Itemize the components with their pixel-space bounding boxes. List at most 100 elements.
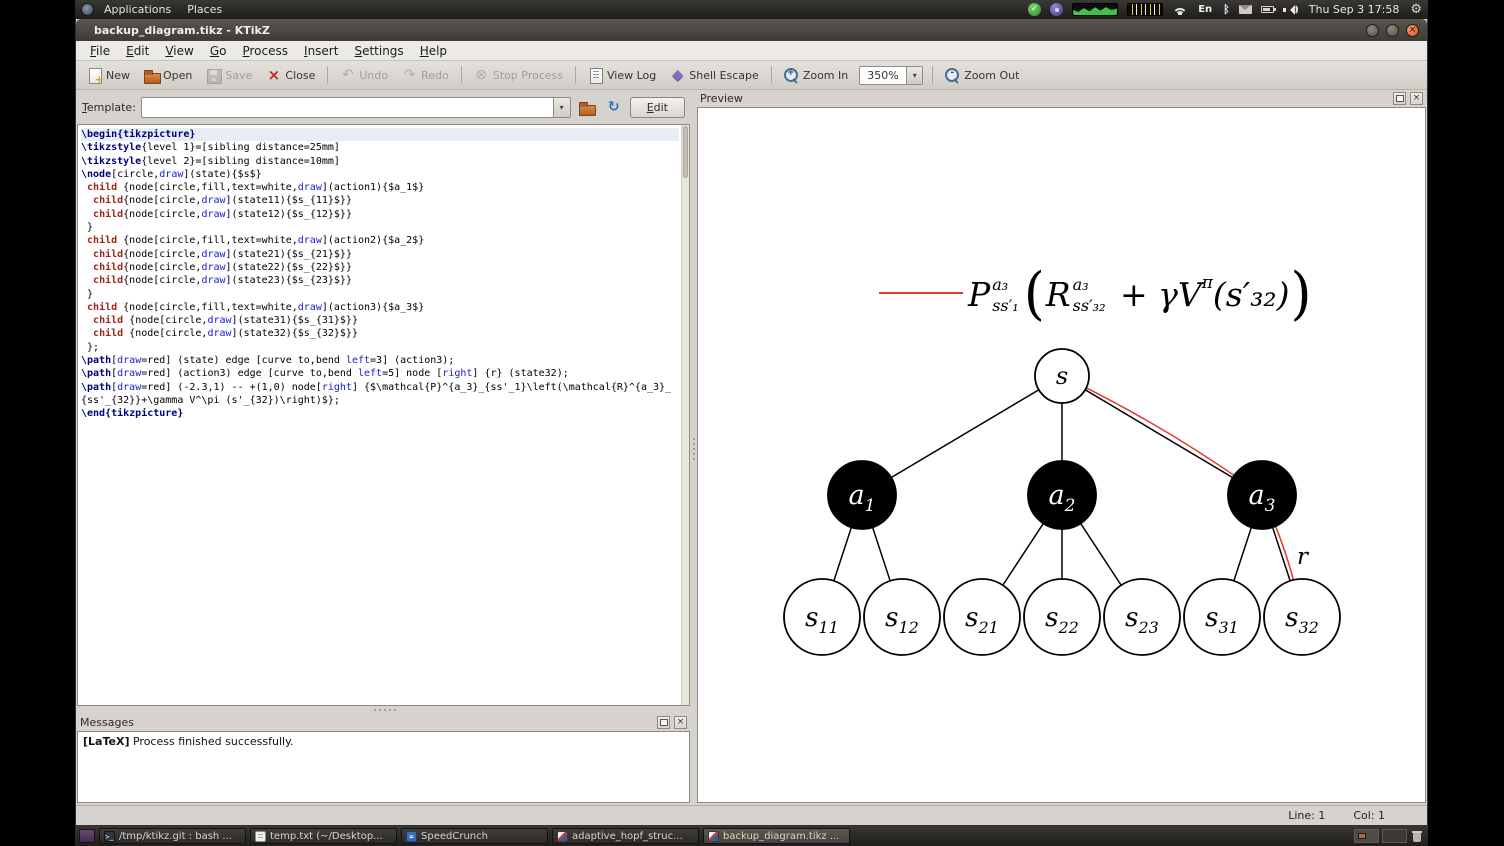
code-line-19: \path[draw=red] (action3) edge [curve to…	[81, 368, 569, 380]
template-combobox-arrow-icon[interactable]: ▾	[552, 97, 570, 117]
toolbar-button-view-log[interactable]: View Log	[582, 65, 662, 86]
code-line-21: \end{tikzpicture}	[81, 408, 184, 420]
messages-tag: [LaTeX]	[83, 735, 130, 748]
editor-scrollbar-thumb[interactable]	[683, 126, 688, 178]
session-indicator-icon[interactable]	[1050, 3, 1064, 16]
template-reload-button[interactable]: ↻	[603, 96, 625, 118]
toolbar: New Open Save × Close ↶ Undo ↷ Redo ⊗ Stop Process…	[76, 61, 1427, 90]
toolbar-button-new[interactable]: New	[81, 65, 136, 86]
status-col: Col: 1	[1353, 809, 1385, 822]
reload-icon: ↻	[607, 99, 620, 115]
taskbar-item-label: /tmp/ktikz.git : bash ...	[119, 830, 232, 842]
template-combobox[interactable]: ▾	[140, 96, 571, 118]
places-menu[interactable]: Places	[181, 0, 228, 19]
mail-icon[interactable]	[1238, 5, 1252, 14]
horizontal-splitter[interactable]	[76, 706, 691, 714]
toolbar-button-zoom-out[interactable]: Zoom Out	[939, 65, 1025, 86]
clock[interactable]: Thu Sep 3 17:58	[1307, 3, 1402, 16]
wifi-icon[interactable]	[1172, 5, 1188, 15]
statusbar: Line: 1 Col: 1	[76, 805, 1427, 825]
edge-s-a3	[1061, 375, 1263, 496]
taskbar-item-label: adaptive_hopf_struc...	[572, 830, 683, 842]
code-line-12: child{node[circle,draw](state23){$s_{23}…	[93, 275, 352, 287]
desktop-root: Applications Places ✓ En ᛒ Thu Sep 3 17:…	[0, 0, 1504, 846]
stop-process-label: Stop Process	[492, 68, 563, 82]
keyboard-layout-indicator[interactable]: En	[1196, 4, 1214, 15]
titlebar[interactable]: backup_diagram.tikz - KTikZ ×	[76, 19, 1427, 41]
toolbar-button-close[interactable]: × Close	[260, 65, 321, 86]
minimize-button[interactable]	[1366, 23, 1379, 37]
red-edge-label: r	[1297, 544, 1310, 570]
code-line-10: child{node[circle,draw](state21){$s_{21}…	[93, 248, 352, 260]
workspace-1[interactable]	[1354, 829, 1379, 843]
zoom-level-combobox[interactable]: 350% ▾	[859, 65, 924, 85]
menu-process[interactable]: Process	[234, 43, 296, 59]
undo-icon: ↶	[342, 66, 354, 83]
diagram-node-s12	[863, 578, 941, 656]
taskbar-item-1[interactable]: /tmp/ktikz.git : bash ...	[99, 828, 246, 844]
cpu-monitor-applet[interactable]	[1072, 3, 1119, 16]
toolbar-button-shell-escape[interactable]: ◆ Shell Escape	[664, 65, 765, 86]
taskbar-item-label: backup_diagram.tikz ...	[723, 830, 840, 842]
maximize-button[interactable]	[1386, 23, 1399, 37]
taskbar-item-4[interactable]: adaptive_hopf_struc...	[552, 828, 699, 844]
menu-file[interactable]: File	[82, 43, 118, 59]
messages-close-button[interactable]: ×	[674, 716, 687, 729]
template-combobox-field[interactable]	[142, 98, 553, 117]
panel-indicators: ✓ En ᛒ Thu Sep 3 17:58 ⚙	[1028, 0, 1422, 19]
code-editor[interactable]: \begin{tikzpicture} \tikzstyle{level 1}=[…	[77, 124, 690, 706]
screen: Applications Places ✓ En ᛒ Thu Sep 3 17:…	[75, 0, 1428, 846]
taskbar-launcher-icon[interactable]	[79, 829, 95, 843]
zoom-level-value: 350%	[867, 68, 899, 82]
toolbar-button-stop-process: ⊗ Stop Process	[468, 65, 569, 86]
taskbar-item-5[interactable]: backup_diagram.tikz ...	[703, 828, 850, 844]
taskbar-item-2[interactable]: temp.txt (~/Desktop...	[250, 828, 397, 844]
toolbar-button-undo: ↶ Undo	[334, 65, 394, 86]
menu-go[interactable]: Go	[202, 43, 235, 59]
code-line-11: child{node[circle,draw](state22){$s_{22}…	[93, 261, 352, 273]
open-label: Open	[163, 68, 193, 82]
net-monitor-applet[interactable]	[1127, 3, 1164, 16]
template-edit-button[interactable]: Edit	[629, 96, 685, 118]
update-ok-icon[interactable]: ✓	[1028, 3, 1042, 16]
preview-close-button[interactable]: ×	[1410, 92, 1423, 105]
zoom-in-icon	[783, 67, 799, 83]
preview-float-button[interactable]	[1393, 92, 1406, 105]
workspace-2[interactable]	[1382, 829, 1407, 843]
template-open-button[interactable]	[576, 96, 598, 118]
zoom-out-label: Zoom Out	[964, 68, 1020, 82]
menu-settings[interactable]: Settings	[346, 43, 411, 59]
preview-canvas: Pa₃ ss′₁(Ra₃ ss′₃₂ + γV π (s′₃₂)) s a1 a2 a3 s11…	[697, 107, 1426, 803]
toolbar-button-zoom-in[interactable]: Zoom In	[778, 65, 854, 86]
open-icon	[144, 68, 161, 84]
zoom-combobox-arrow-icon[interactable]: ▾	[906, 66, 923, 84]
close-button[interactable]: ×	[1406, 23, 1419, 37]
menu-view[interactable]: View	[157, 43, 201, 59]
session-gear-icon[interactable]: ⚙	[1410, 0, 1422, 19]
bluetooth-icon[interactable]: ᛒ	[1223, 3, 1230, 16]
code-line-15: child {node[circle,draw](state31){$s_{31…	[93, 315, 358, 327]
editor-scrollbar[interactable]	[681, 125, 689, 705]
save-icon	[206, 68, 223, 84]
vertical-splitter[interactable]	[691, 90, 696, 805]
menu-edit[interactable]: Edit	[118, 43, 157, 59]
panel-left: Applications Places	[81, 0, 228, 19]
preview-title: Preview	[700, 92, 743, 105]
toolbar-button-open[interactable]: Open	[138, 65, 198, 86]
menu-insert[interactable]: Insert	[296, 43, 346, 59]
code-line-13: }	[81, 288, 94, 300]
applications-menu[interactable]: Applications	[98, 0, 177, 19]
code-line-14: child {node[circle,fill,text=white,draw]…	[87, 301, 425, 313]
diagram-node-s11	[783, 578, 861, 656]
taskbar-item-3[interactable]: SpeedCrunch	[401, 828, 548, 844]
distro-logo-icon[interactable]	[81, 3, 94, 16]
save-label: Save	[225, 68, 253, 82]
battery-icon[interactable]	[1260, 6, 1276, 13]
stop-process-icon: ⊗	[475, 66, 488, 83]
volume-icon[interactable]	[1282, 4, 1298, 15]
messages-float-button[interactable]	[657, 716, 670, 729]
shell-escape-icon: ◆	[672, 66, 684, 83]
menu-help[interactable]: Help	[412, 43, 455, 59]
trash-applet-icon[interactable]	[1410, 829, 1424, 843]
net-graph-icon	[1128, 4, 1163, 15]
